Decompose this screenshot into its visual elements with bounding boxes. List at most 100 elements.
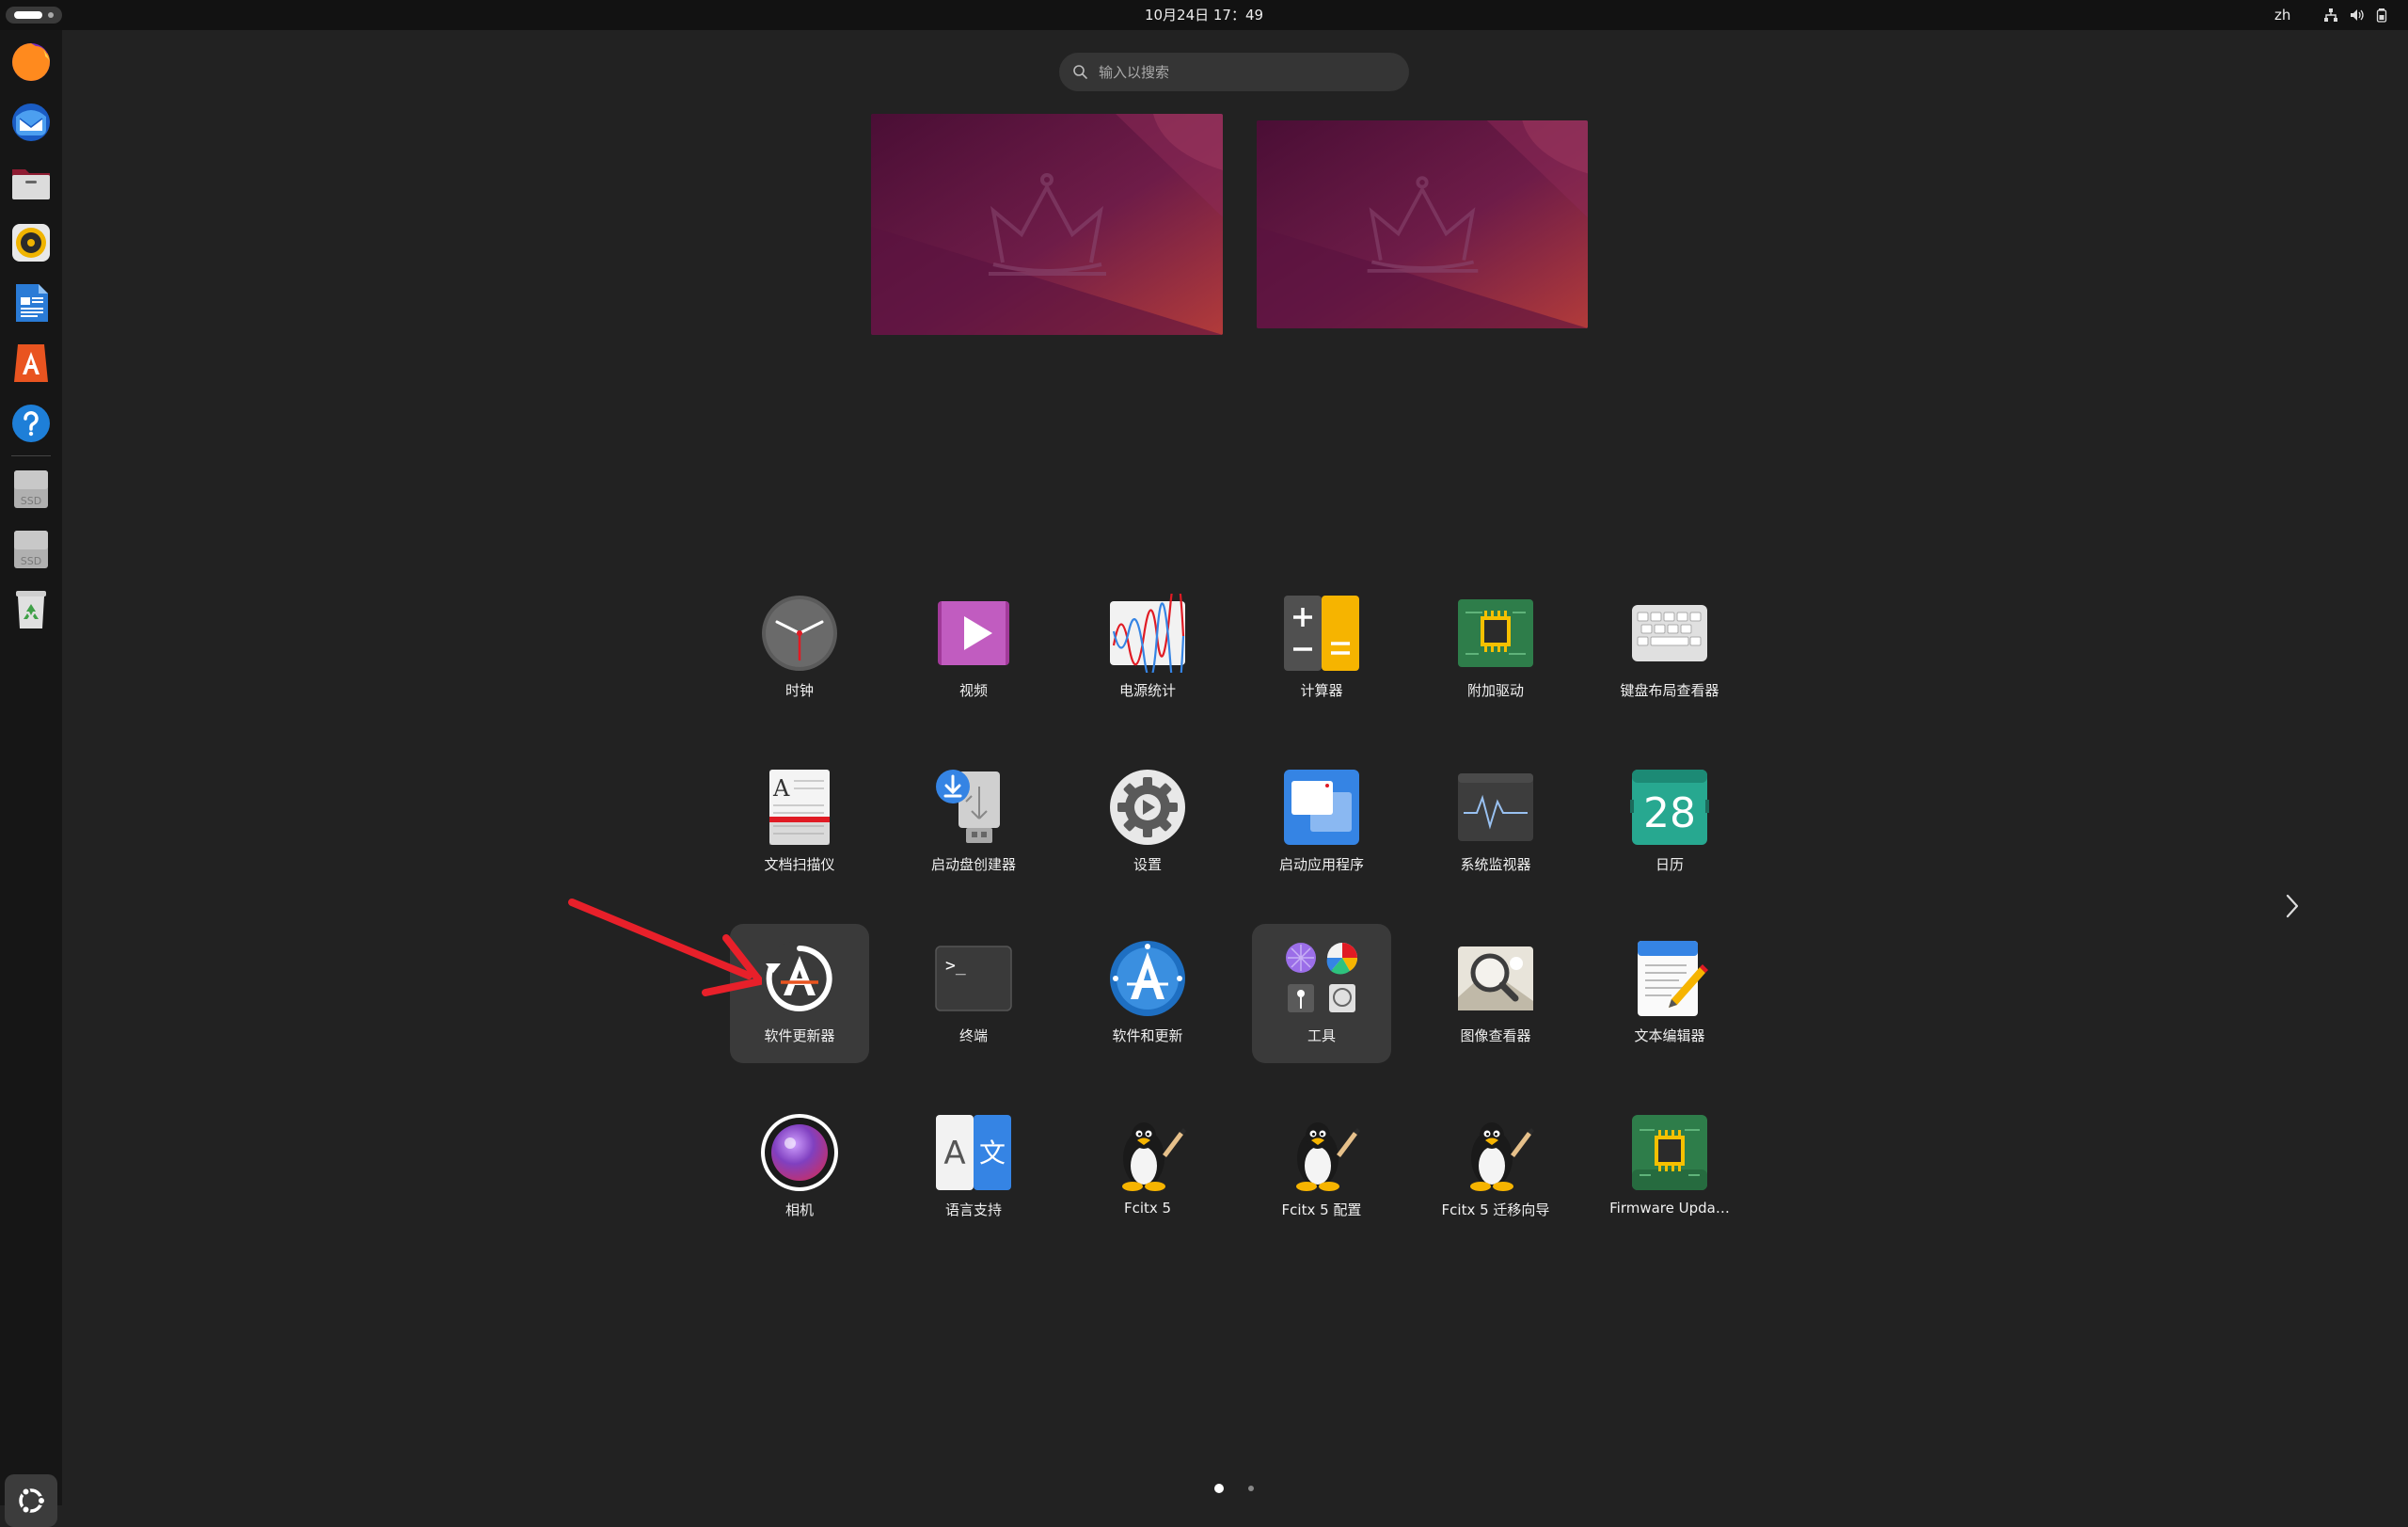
app-label: 软件和更新 xyxy=(1112,1027,1183,1044)
workspace-thumbnail-2[interactable] xyxy=(1257,120,1588,328)
image-viewer-icon xyxy=(1456,939,1535,1018)
tux-penguin-icon xyxy=(1456,1113,1535,1192)
search-input[interactable] xyxy=(1099,53,1390,91)
app-label: 键盘布局查看器 xyxy=(1620,682,1719,699)
app-keyboard-layout[interactable]: 键盘布局查看器 xyxy=(1600,579,1739,718)
app-fcitx5-config[interactable]: Fcitx 5 配置 xyxy=(1252,1098,1391,1237)
app-additional-drivers[interactable]: 附加驱动 xyxy=(1426,579,1565,718)
app-system-monitor[interactable]: 系统监视器 xyxy=(1426,753,1565,892)
input-method-indicator[interactable]: zh xyxy=(2274,0,2290,30)
page-indicator[interactable] xyxy=(1248,1486,1254,1491)
network-icon[interactable] xyxy=(2323,8,2338,23)
language-support-icon: A文 xyxy=(934,1113,1013,1192)
app-text-editor[interactable]: 文本编辑器 xyxy=(1600,924,1739,1063)
show-apps-button[interactable] xyxy=(5,1474,57,1527)
volume-icon[interactable] xyxy=(2350,8,2365,23)
settings-icon xyxy=(1108,768,1187,847)
software-updater-icon xyxy=(760,939,839,1018)
app-label: Fcitx 5 配置 xyxy=(1281,1201,1362,1218)
terminal-icon: >_ xyxy=(934,939,1013,1018)
app-document-scanner[interactable]: A 文档扫描仪 xyxy=(730,753,869,892)
text-editor-icon xyxy=(1630,939,1709,1018)
app-calendar[interactable]: 28 日历 xyxy=(1600,753,1739,892)
trash-icon[interactable] xyxy=(8,587,54,632)
calendar-icon: 28 xyxy=(1630,768,1709,847)
app-label: 软件更新器 xyxy=(764,1027,835,1044)
app-label: 文本编辑器 xyxy=(1634,1027,1705,1044)
svg-text:文: 文 xyxy=(979,1137,1006,1169)
dock-separator xyxy=(11,455,51,456)
app-fcitx5[interactable]: Fcitx 5 xyxy=(1078,1098,1217,1237)
app-label: 相机 xyxy=(784,1201,814,1218)
svg-text:28: 28 xyxy=(1643,789,1696,837)
svg-text:A: A xyxy=(943,1135,965,1172)
app-label: 启动盘创建器 xyxy=(930,856,1016,873)
app-settings[interactable]: 设置 xyxy=(1078,753,1217,892)
svg-text:SSD: SSD xyxy=(21,555,41,567)
additional-drivers-icon xyxy=(1456,594,1535,673)
app-startup-disk-creator[interactable]: 启动盘创建器 xyxy=(904,753,1043,892)
software-and-updates-icon xyxy=(1108,939,1187,1018)
thunderbird-icon[interactable] xyxy=(8,100,54,145)
next-page-arrow-icon[interactable] xyxy=(2280,892,2303,920)
tux-penguin-icon xyxy=(1108,1113,1187,1192)
annotation-arrow xyxy=(568,899,762,996)
video-icon xyxy=(934,594,1013,673)
app-center-icon[interactable] xyxy=(8,341,54,386)
app-folder-utilities[interactable]: 工具 xyxy=(1252,924,1391,1063)
help-icon[interactable] xyxy=(8,401,54,446)
search-bar[interactable] xyxy=(1059,53,1409,91)
app-clock[interactable]: 时钟 xyxy=(730,579,869,718)
search-icon xyxy=(1073,65,1087,79)
workspace-thumbnail-1[interactable] xyxy=(871,114,1223,335)
camera-icon xyxy=(760,1113,839,1192)
app-label: 终端 xyxy=(958,1027,988,1044)
firefox-icon[interactable] xyxy=(8,40,54,85)
files-icon[interactable] xyxy=(8,160,54,205)
app-software-and-updates[interactable]: 软件和更新 xyxy=(1078,924,1217,1063)
startup-applications-icon xyxy=(1282,768,1361,847)
ssd-drive-icon[interactable]: SSD xyxy=(8,467,54,512)
app-label: 系统监视器 xyxy=(1460,856,1531,873)
rhythmbox-icon[interactable] xyxy=(8,220,54,265)
app-label: 附加驱动 xyxy=(1466,682,1524,699)
app-label: 计算器 xyxy=(1300,682,1343,699)
app-label: 启动应用程序 xyxy=(1278,856,1364,873)
document-scanner-icon: A xyxy=(760,768,839,847)
app-startup-applications[interactable]: 启动应用程序 xyxy=(1252,753,1391,892)
app-label: Fcitx 5 迁移向导 xyxy=(1441,1201,1550,1218)
app-label: 语言支持 xyxy=(944,1201,1002,1218)
svg-text:SSD: SSD xyxy=(21,495,41,507)
top-bar: 10月24日 17：49 zh xyxy=(0,0,2408,30)
app-label: 图像查看器 xyxy=(1460,1027,1531,1044)
battery-icon[interactable] xyxy=(2374,8,2389,23)
svg-text:A: A xyxy=(772,775,790,802)
svg-text:>_: >_ xyxy=(945,956,966,976)
dock: SSD SSD xyxy=(0,30,62,1527)
app-label: Firmware Upda… xyxy=(1609,1200,1730,1217)
app-calculator[interactable]: 计算器 xyxy=(1252,579,1391,718)
app-image-viewer[interactable]: 图像查看器 xyxy=(1426,924,1565,1063)
app-language-support[interactable]: A文 语言支持 xyxy=(904,1098,1043,1237)
utilities-folder-icon xyxy=(1282,939,1361,1018)
app-label: 工具 xyxy=(1307,1027,1336,1044)
app-power-statistics[interactable]: 电源统计 xyxy=(1078,579,1217,718)
date-time[interactable]: 10月24日 17：49 xyxy=(0,0,2408,30)
app-label: 文档扫描仪 xyxy=(764,856,835,873)
power-statistics-icon xyxy=(1108,594,1187,673)
app-label: 电源统计 xyxy=(1118,682,1176,699)
tux-penguin-icon xyxy=(1282,1113,1361,1192)
app-fcitx5-migrator[interactable]: Fcitx 5 迁移向导 xyxy=(1426,1098,1565,1237)
app-label: 时钟 xyxy=(784,682,814,699)
app-terminal[interactable]: >_ 终端 xyxy=(904,924,1043,1063)
page-indicator-active[interactable] xyxy=(1214,1484,1224,1493)
libreoffice-writer-icon[interactable] xyxy=(8,280,54,326)
app-video[interactable]: 视频 xyxy=(904,579,1043,718)
ssd-drive-icon[interactable]: SSD xyxy=(8,527,54,572)
app-label: 日历 xyxy=(1655,856,1684,873)
app-firmware-updater[interactable]: Firmware Upda… xyxy=(1600,1098,1739,1237)
app-label: 设置 xyxy=(1133,856,1162,873)
calculator-icon xyxy=(1282,594,1361,673)
app-camera[interactable]: 相机 xyxy=(730,1098,869,1237)
startup-disk-creator-icon xyxy=(934,768,1013,847)
